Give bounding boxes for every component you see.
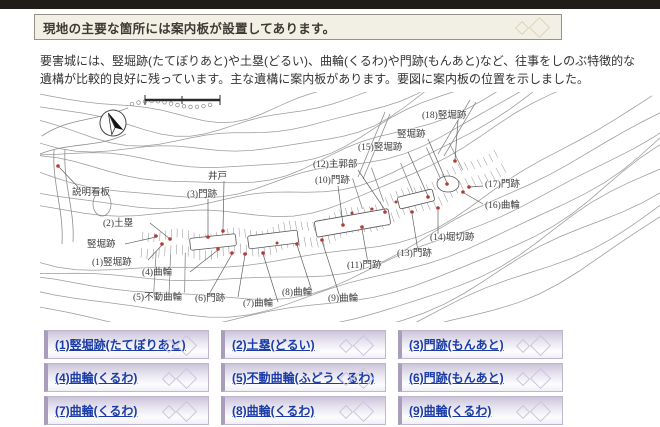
link-label: (2)土塁(どるい)	[232, 338, 315, 352]
map-label: (17)門跡	[485, 180, 520, 190]
link-label: (8)曲輪(くるわ)	[232, 404, 315, 418]
link-6-monato[interactable]: (6)門跡(もんあと)	[398, 363, 563, 392]
map-label: (18)竪堀跡	[422, 111, 467, 121]
link-2-dorui[interactable]: (2)土塁(どるい)	[221, 330, 386, 359]
map-label: (10)門跡	[315, 176, 350, 186]
map-label: (4)曲輪	[142, 268, 173, 278]
link-9-kuruwa[interactable]: (9)曲輪(くるわ)	[398, 396, 563, 425]
double-diamond-icon	[515, 400, 552, 422]
map-label: (16)曲輪	[485, 201, 520, 211]
castle-site-map: 説明看板 竪堀跡 (1)竪堀跡 (2)土塁 (3)門跡 井戸 (4)曲輪 (5)…	[40, 92, 660, 322]
link-label: (7)曲輪(くるわ)	[55, 404, 138, 418]
double-diamond-icon	[338, 400, 375, 422]
map-label: (3)門跡	[187, 190, 218, 200]
top-black-bar	[0, 0, 660, 9]
double-diamond-icon	[515, 367, 552, 389]
map-label: 竪堀跡	[87, 240, 116, 250]
map-label: (1)竪堀跡	[92, 258, 132, 268]
link-3-monato[interactable]: (3)門跡(もんあと)	[398, 330, 563, 359]
double-diamond-icon	[338, 367, 375, 389]
map-label: (12)主郭部	[313, 160, 358, 170]
link-1-tateboriato[interactable]: (1)竪堀跡(たてぼりあと)	[44, 330, 209, 359]
map-label: 竪堀跡	[397, 130, 426, 140]
contour-lines	[40, 92, 660, 322]
link-8-kuruwa[interactable]: (8)曲輪(くるわ)	[221, 396, 386, 425]
double-diamond-icon	[161, 367, 198, 389]
double-diamond-icon	[514, 16, 551, 39]
link-5-fudoukuruwa[interactable]: (5)不動曲輪(ふどうくるわ)	[221, 363, 386, 392]
map-label: 説明看板	[72, 188, 111, 198]
map-label: (7)曲輪	[243, 299, 274, 309]
map-label: (11)門跡	[347, 261, 382, 271]
section-header: 現地の主要な箇所には案内板が設置してあります。	[34, 14, 562, 40]
double-diamond-icon	[161, 334, 198, 356]
enclosure-shapes	[189, 175, 460, 251]
section-header-title: 現地の主要な箇所には案内板が設置してあります。	[43, 21, 336, 36]
map-label: (9)曲輪	[328, 294, 359, 304]
map-label: (8)曲輪	[282, 288, 313, 298]
map-label: (2)土塁	[103, 219, 134, 229]
info-board-link-grid: (1)竪堀跡(たてぼりあと) (2)土塁(どるい) (3)門跡(もんあと) (4…	[44, 330, 660, 425]
intro-paragraph: 要害城には、竪堀跡(たてぼりあと)や土塁(どるい)、曲輪(くるわ)や門跡(もんあ…	[40, 54, 636, 86]
map-label: (15)竪堀跡	[358, 143, 403, 153]
north-arrow-icon	[99, 109, 127, 137]
map-label: 井戸	[208, 172, 228, 182]
double-diamond-icon	[161, 400, 198, 422]
double-diamond-icon	[338, 334, 375, 356]
link-label: (9)曲輪(くるわ)	[409, 404, 492, 418]
link-label: (4)曲輪(くるわ)	[55, 371, 138, 385]
map-label: (13)門跡	[397, 249, 432, 259]
link-label: (6)門跡(もんあと)	[409, 371, 504, 385]
link-label: (3)門跡(もんあと)	[409, 338, 504, 352]
map-label: (6)門跡	[195, 294, 226, 304]
link-4-kuruwa[interactable]: (4)曲輪(くるわ)	[44, 363, 209, 392]
double-diamond-icon	[515, 334, 552, 356]
map-label: (14)堀切跡	[430, 233, 475, 243]
link-7-kuruwa[interactable]: (7)曲輪(くるわ)	[44, 396, 209, 425]
leader-lines	[57, 119, 484, 303]
map-label: (5)不動曲輪	[133, 293, 183, 303]
site-map-drawing	[40, 92, 660, 322]
